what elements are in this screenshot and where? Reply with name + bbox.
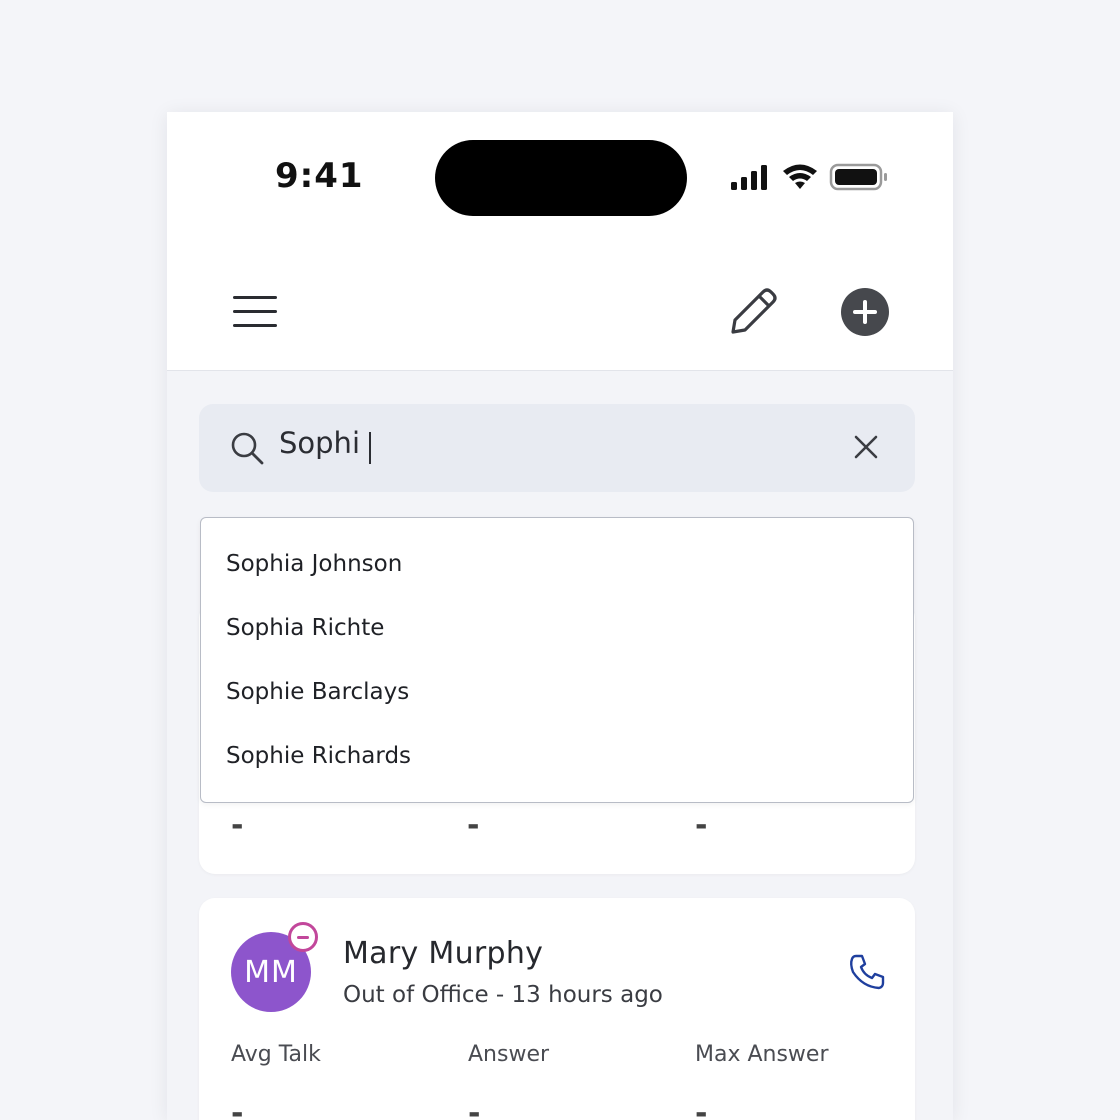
search-bar[interactable]: Sophi: [199, 404, 915, 492]
wifi-icon: [783, 164, 817, 189]
stat-value: -: [467, 808, 480, 843]
app-header: [167, 248, 953, 371]
contact-status: Out of Office - 13 hours ago: [343, 982, 663, 1008]
hamburger-menu-icon: [233, 296, 277, 327]
close-icon[interactable]: [851, 432, 881, 466]
stat-value: -: [231, 808, 244, 843]
suggestion-item[interactable]: Sophia Richte: [226, 615, 384, 641]
pencil-icon: [731, 288, 777, 334]
contact-card[interactable]: MM Mary Murphy Out of Office - 13 hours …: [199, 898, 915, 1120]
search-input[interactable]: Sophi: [279, 426, 360, 460]
cellular-signal-icon: [731, 165, 767, 190]
dynamic-island: [435, 140, 687, 216]
phone-icon: [850, 954, 885, 990]
text-caret: [369, 432, 371, 464]
stat-value: -: [695, 1096, 708, 1120]
add-button[interactable]: [840, 287, 890, 341]
search-icon: [229, 430, 265, 470]
stat-value: -: [695, 808, 708, 843]
contact-name: Mary Murphy: [343, 936, 544, 971]
suggestion-item[interactable]: Sophie Barclays: [226, 679, 409, 705]
suggestion-item[interactable]: Sophie Richards: [226, 743, 411, 769]
status-bar: 9:41: [167, 112, 953, 248]
status-icons: [727, 162, 897, 200]
stat-label: Answer: [468, 1042, 550, 1067]
edit-button[interactable]: [725, 284, 781, 344]
signal-wifi-battery-icons: [731, 163, 887, 191]
phone-frame: 9:41 Sophi - - - MM Mary Murphy Out of O…: [167, 112, 953, 1120]
stat-label: Max Answer: [695, 1042, 829, 1067]
stat-label: Avg Talk: [231, 1042, 321, 1067]
stat-value: -: [231, 1096, 244, 1120]
suggestion-item[interactable]: Sophia Johnson: [226, 551, 402, 577]
plus-circle-icon: [841, 288, 889, 336]
stat-value: -: [468, 1096, 481, 1120]
call-button[interactable]: [847, 952, 887, 996]
status-time: 9:41: [275, 156, 364, 196]
menu-button[interactable]: [231, 292, 279, 336]
search-suggestions-dropdown: Sophia Johnson Sophia Richte Sophie Barc…: [200, 517, 914, 803]
presence-away-icon: [288, 922, 318, 952]
battery-icon: [829, 163, 887, 191]
